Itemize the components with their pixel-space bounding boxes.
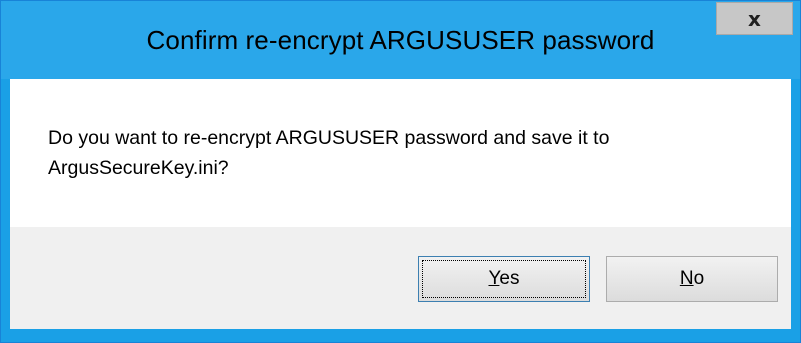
close-button[interactable]: x (716, 2, 793, 35)
button-bar: Yes No (10, 227, 791, 329)
dialog-title: Confirm re-encrypt ARGUSUSER password (146, 25, 655, 55)
dialog-content: Do you want to re-encrypt ARGUSUSER pass… (10, 79, 791, 329)
dialog-window: Confirm re-encrypt ARGUSUSER password x … (0, 0, 801, 343)
message-text: Do you want to re-encrypt ARGUSUSER pass… (48, 127, 610, 179)
no-button[interactable]: No (606, 256, 778, 302)
yes-mnemonic: Y (488, 268, 500, 289)
title-bar[interactable]: Confirm re-encrypt ARGUSUSER password x (1, 1, 800, 79)
yes-button[interactable]: Yes (418, 256, 590, 302)
yes-label: es (499, 268, 520, 289)
message-area: Do you want to re-encrypt ARGUSUSER pass… (10, 79, 791, 227)
close-icon: x (748, 7, 761, 31)
no-label: o (693, 268, 705, 289)
no-mnemonic: N (679, 268, 694, 289)
